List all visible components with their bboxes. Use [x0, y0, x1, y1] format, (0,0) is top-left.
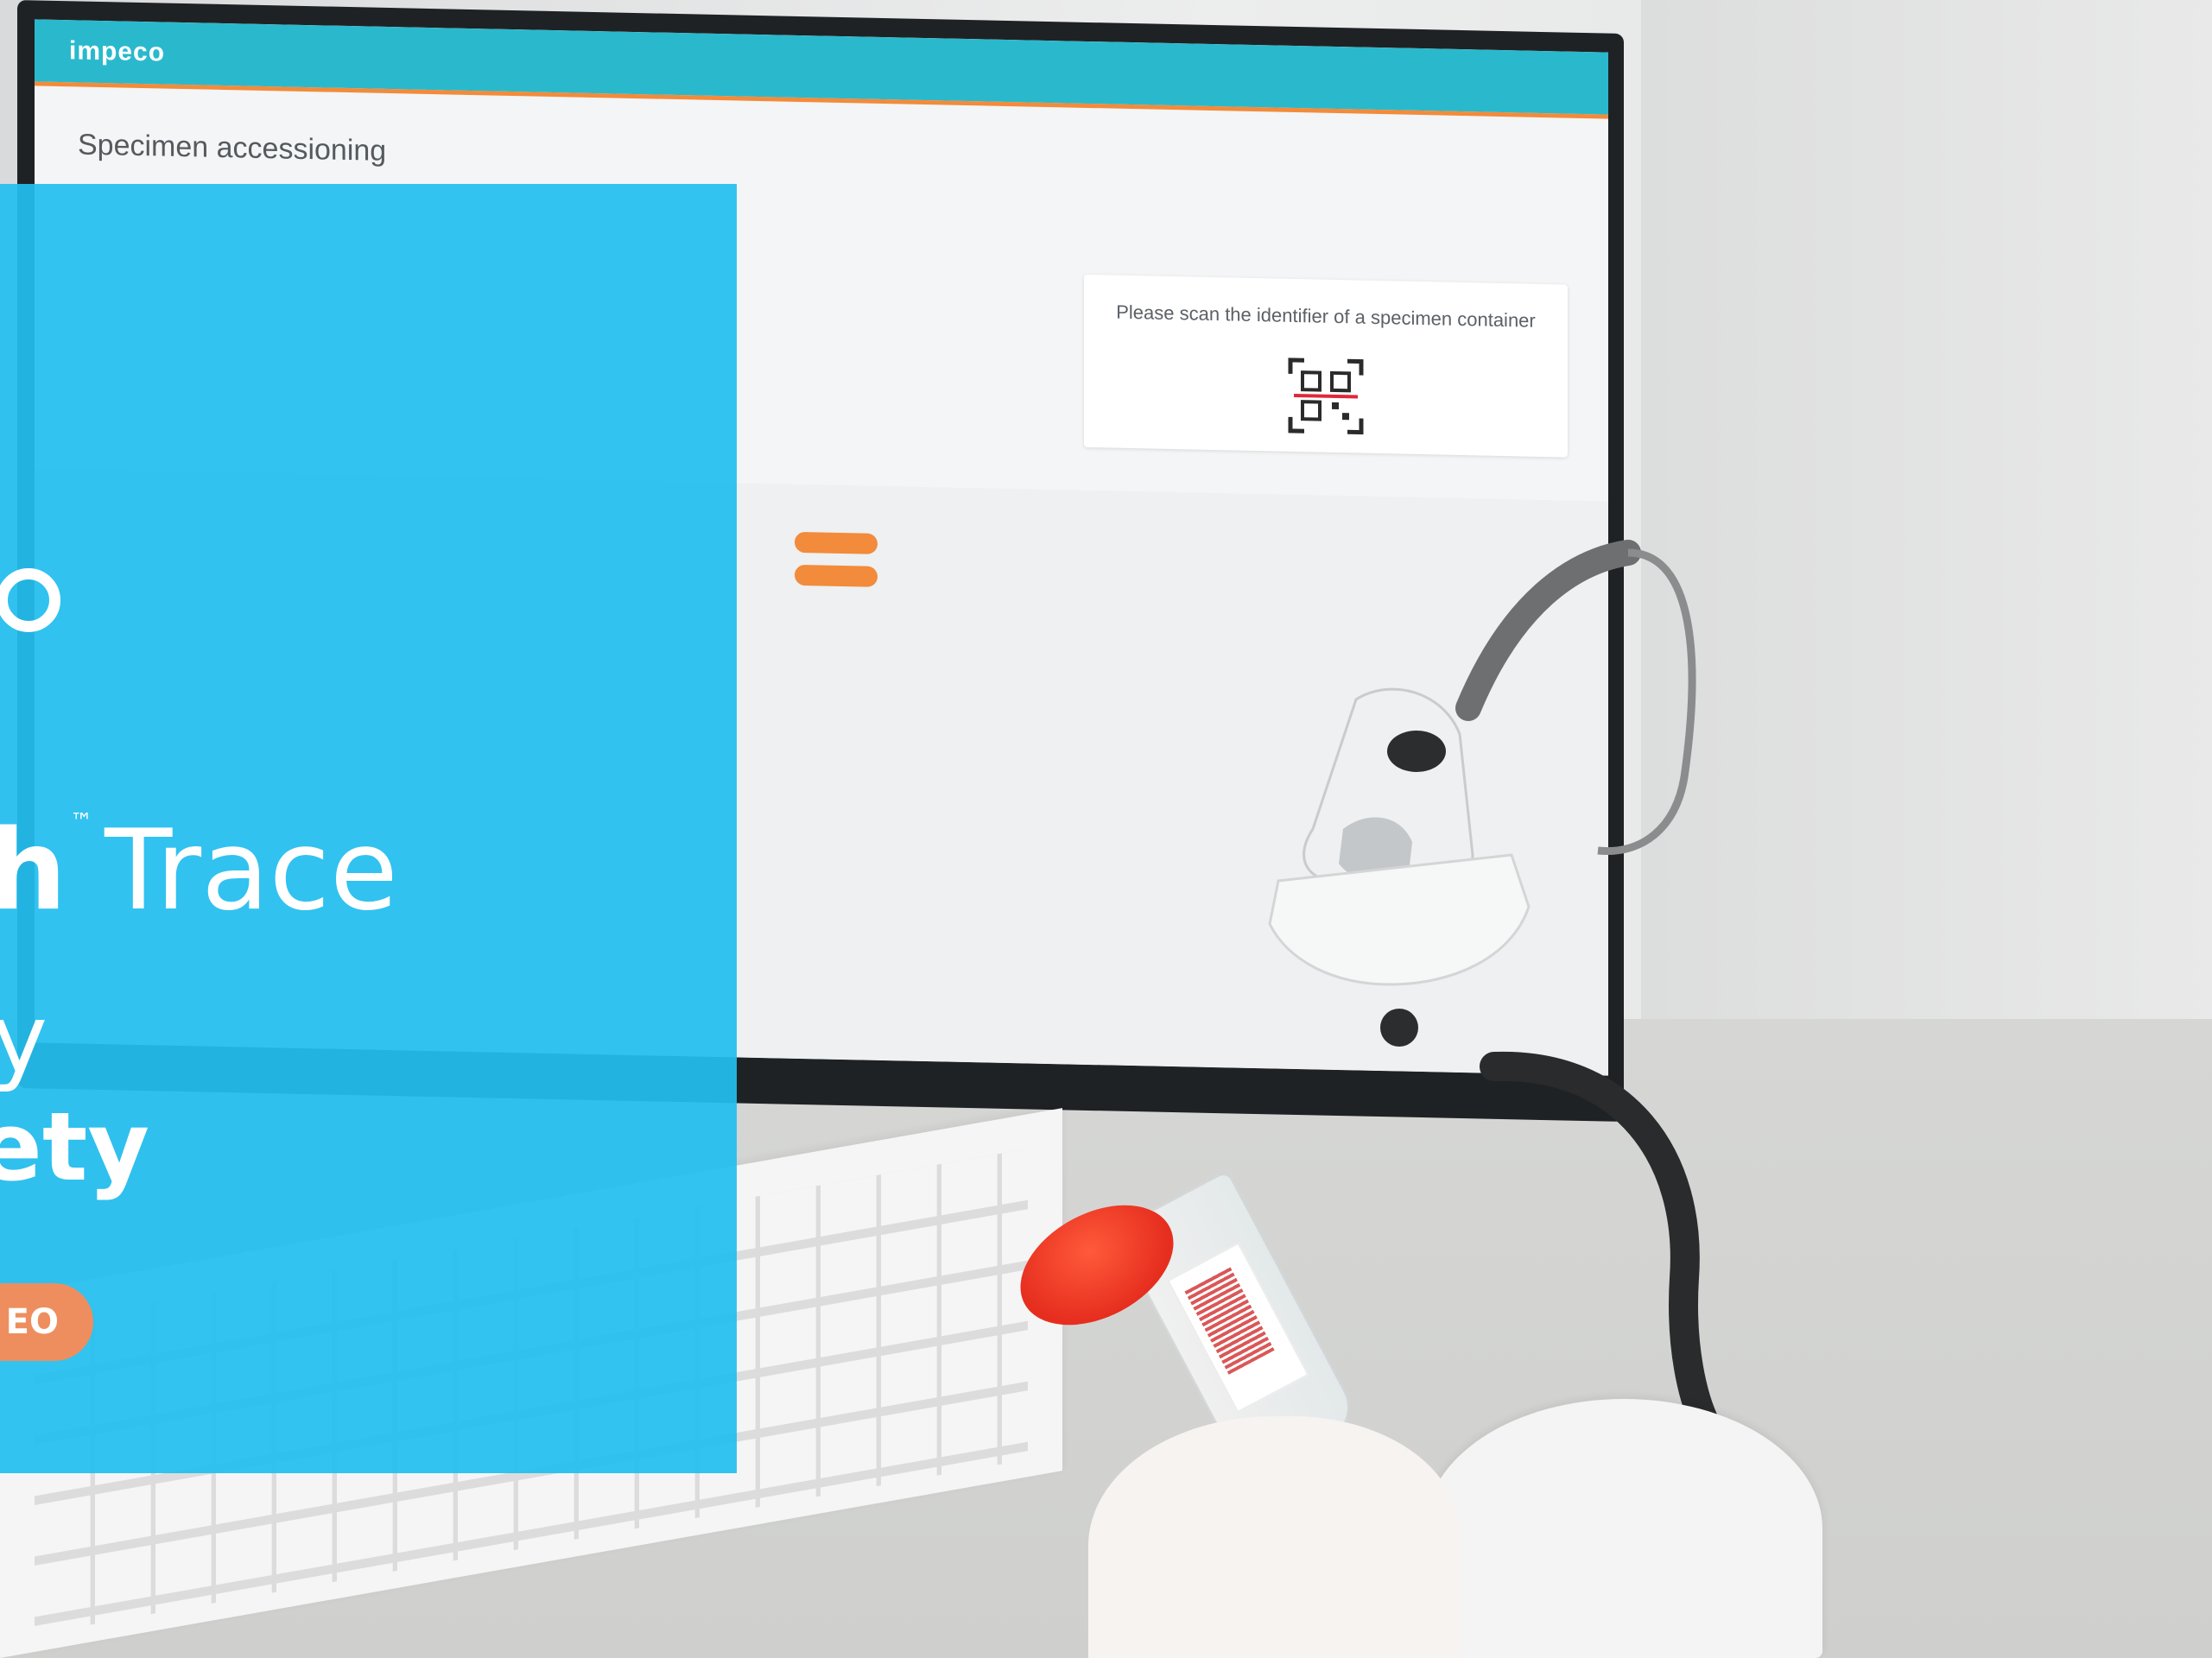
- trademark-symbol: ™: [70, 809, 93, 835]
- watch-video-button[interactable]: EO: [0, 1283, 93, 1361]
- gloved-hand: [1088, 1416, 1460, 1658]
- tagline-line-1: y: [0, 984, 48, 1094]
- product-name: h ™ Trace: [0, 811, 398, 927]
- brand-logo-fragment: [0, 568, 60, 632]
- tagline-line-2: rety: [0, 1092, 150, 1202]
- scanner-stand-base: [1425, 1399, 1822, 1658]
- product-name-bold: h: [0, 807, 67, 935]
- barcode-scanner: [1268, 687, 1531, 1047]
- promo-banner-overlay: h™Trace y rety EO: [0, 184, 737, 1473]
- watch-video-button-label: EO: [5, 1302, 59, 1342]
- product-name-light: Trace: [105, 807, 398, 935]
